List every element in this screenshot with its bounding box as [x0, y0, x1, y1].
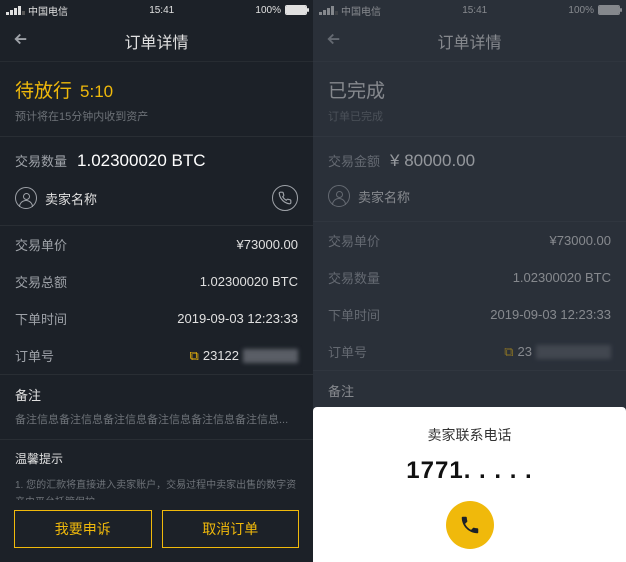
sheet-title: 卖家联系电话: [428, 425, 512, 445]
detail-value: 1.02300020 BTC: [200, 274, 298, 289]
clock: 15:41: [149, 5, 174, 16]
clock: 15:41: [462, 5, 487, 16]
appeal-button[interactable]: 我要申诉: [14, 510, 152, 548]
detail-label: 交易单价: [15, 235, 67, 254]
copy-icon: ⧉: [190, 348, 199, 364]
remark-text: 备注信息备注信息备注信息备注信息备注信息备注信息...: [15, 412, 298, 429]
status-text: 待放行: [15, 76, 72, 103]
detail-value: 1.02300020 BTC: [513, 270, 611, 285]
tips-title: 温馨提示: [15, 450, 298, 467]
detail-label: 交易单价: [328, 231, 380, 250]
signal-icon: [6, 6, 25, 15]
amount-value: ¥ 80000.00: [390, 151, 475, 171]
screen-completed: 中国电信 15:41 100% 订单详情 已完成 订单已完成 交易金额 ¥ 80…: [313, 0, 626, 562]
battery-icon: [285, 5, 307, 15]
detail-label: 交易数量: [328, 268, 380, 287]
back-button[interactable]: [325, 28, 343, 54]
status-subtitle: 订单已完成: [328, 108, 611, 124]
phone-number: 1771. . . . .: [406, 457, 532, 485]
detail-label: 订单号: [328, 342, 367, 361]
seller-name: 卖家名称: [358, 187, 410, 206]
detail-label: 下单时间: [15, 309, 67, 328]
cancel-order-button[interactable]: 取消订单: [162, 510, 300, 548]
amount-value: 1.02300020 BTC: [77, 151, 206, 171]
countdown: 5:10: [80, 82, 113, 102]
copy-icon: ⧉: [504, 344, 513, 360]
detail-value: 2019-09-03 12:23:33: [490, 307, 611, 322]
signal-icon: [319, 6, 338, 15]
redacted: [243, 349, 298, 363]
order-id[interactable]: ⧉ 23122: [190, 348, 298, 364]
page-title: 订单详情: [437, 29, 501, 53]
status-bar: 中国电信 15:41 100%: [313, 0, 626, 20]
call-button[interactable]: [446, 501, 494, 549]
nav-bar: 订单详情: [313, 20, 626, 62]
detail-value: ¥73000.00: [550, 233, 611, 248]
order-status-block: 待放行 5:10 预计将在15分钟内收到资产: [0, 62, 313, 136]
status-subtitle: 预计将在15分钟内收到资产: [15, 108, 298, 124]
battery-pct: 100%: [255, 5, 281, 16]
order-id[interactable]: ⧉ 23: [504, 344, 611, 360]
nav-bar: 订单详情: [0, 20, 313, 62]
detail-label: 交易总额: [15, 272, 67, 291]
detail-value: ¥73000.00: [237, 237, 298, 252]
status-text: 已完成: [328, 76, 385, 103]
amount-label: 交易数量: [15, 151, 67, 170]
remark-title: 备注: [15, 385, 298, 404]
detail-label: 订单号: [15, 346, 54, 365]
seller-name: 卖家名称: [45, 189, 97, 208]
bottom-actions: 我要申诉 取消订单: [0, 500, 313, 562]
carrier: 中国电信: [341, 3, 381, 18]
back-button[interactable]: [12, 28, 30, 54]
call-seller-button[interactable]: [272, 185, 298, 211]
amount-label: 交易金额: [328, 151, 380, 170]
order-status-block: 已完成 订单已完成: [313, 62, 626, 136]
user-icon: [328, 185, 350, 207]
remark-title: 备注: [328, 381, 611, 400]
screen-pending: 中国电信 15:41 100% 订单详情 待放行 5:10 预计将在15分钟内收…: [0, 0, 313, 562]
redacted: [536, 345, 611, 359]
carrier: 中国电信: [28, 3, 68, 18]
detail-label: 下单时间: [328, 305, 380, 324]
contact-sheet: 卖家联系电话 1771. . . . .: [313, 407, 626, 562]
user-icon: [15, 187, 37, 209]
detail-value: 2019-09-03 12:23:33: [177, 311, 298, 326]
battery-pct: 100%: [568, 5, 594, 16]
status-bar: 中国电信 15:41 100%: [0, 0, 313, 20]
battery-icon: [598, 5, 620, 15]
page-title: 订单详情: [124, 29, 188, 53]
